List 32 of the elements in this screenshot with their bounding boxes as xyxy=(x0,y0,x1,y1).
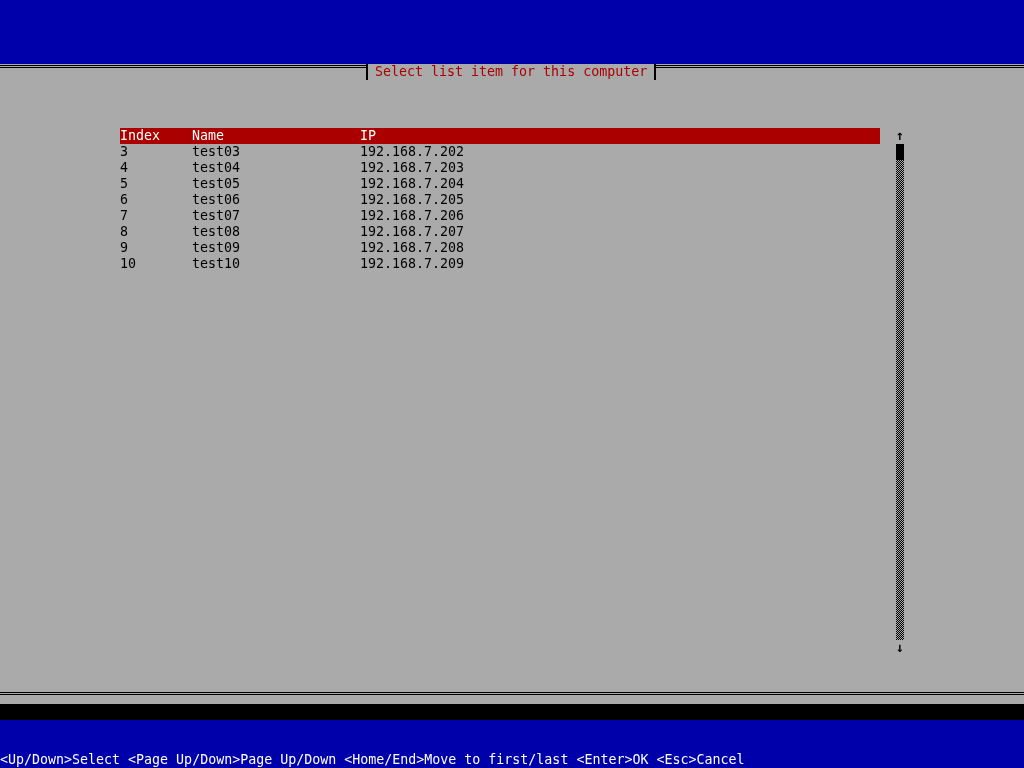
table-cell-text: 8 xyxy=(120,224,129,240)
table-cell-text: 192.168.7.204 xyxy=(360,176,466,192)
table-cell-text: 192.168.7.207 xyxy=(360,224,466,240)
table-cell-text: test07 xyxy=(192,208,242,224)
table-cell-text: 10 xyxy=(120,256,137,272)
table-cell-text: 192.168.7.208 xyxy=(360,240,466,256)
table-cell-text: 192.168.7.205 xyxy=(360,192,466,208)
table-cell-text: 6 xyxy=(120,192,129,208)
scrollbar-thumb[interactable] xyxy=(896,144,904,160)
table-cell-text: 3 xyxy=(120,144,129,160)
table-cell-text: test04 xyxy=(192,160,242,176)
table-cell-text: test09 xyxy=(192,240,242,256)
table-cell-text: 4 xyxy=(120,160,129,176)
dialog-title: Select list item for this computer xyxy=(366,64,657,80)
table-cell-text: test08 xyxy=(192,224,242,240)
table-cell-text: 7 xyxy=(120,208,129,224)
key-help-text: <Up/Down>Select <Page Up/Down>Page Up/Down <Home/End>Move to first/last <Enter>OK <Esc>Cancel xyxy=(0,752,745,768)
table-cell-text: 192.168.7.206 xyxy=(360,208,466,224)
table-cell-text: 192.168.7.202 xyxy=(360,144,466,160)
table-cell-text: test05 xyxy=(192,176,242,192)
table-cell-text: test10 xyxy=(192,256,242,272)
column-header: IP xyxy=(360,128,377,144)
table-cell-text: test06 xyxy=(192,192,242,208)
scroll-up-arrow[interactable]: ↑ xyxy=(896,128,904,144)
column-header: Index xyxy=(120,128,162,144)
table-cell-text: 9 xyxy=(120,240,129,256)
column-header: Name xyxy=(192,128,226,144)
table-cell-text: 192.168.7.209 xyxy=(360,256,466,272)
table-cell-text: test03 xyxy=(192,144,242,160)
table-cell-text: 192.168.7.203 xyxy=(360,160,466,176)
scroll-down-arrow[interactable]: ↓ xyxy=(896,640,904,656)
table-cell-text: 5 xyxy=(120,176,129,192)
